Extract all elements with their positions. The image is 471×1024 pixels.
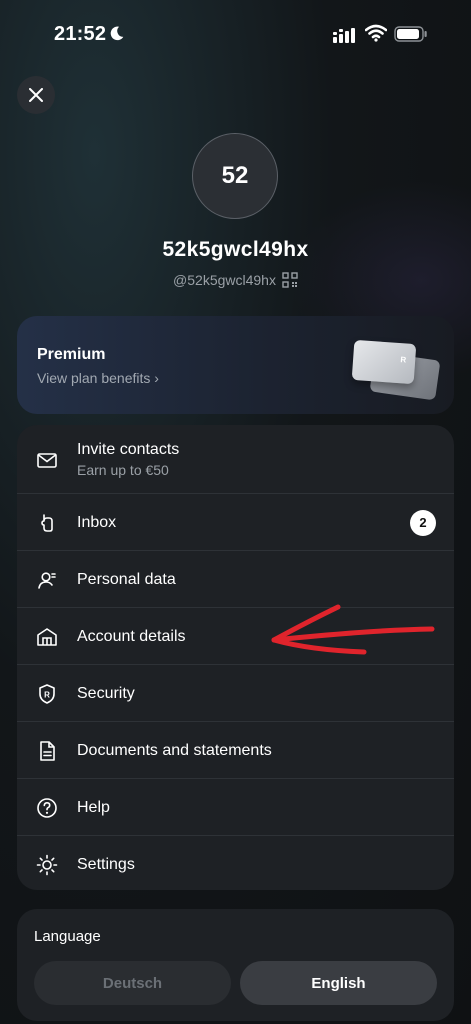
user-handle: @52k5gwcl49hx (173, 272, 276, 288)
card-logo: R (400, 355, 407, 365)
inbox-icon (35, 511, 59, 535)
mail-icon (35, 448, 59, 472)
premium-title: Premium (37, 346, 106, 363)
help-icon (35, 796, 59, 820)
menu-list: Invite contacts Earn up to €50 Inbox 2 P… (17, 425, 454, 890)
bank-icon (35, 625, 59, 649)
moon-icon (110, 26, 124, 41)
wifi-icon (365, 24, 387, 42)
menu-item-label: Inbox (77, 513, 117, 531)
language-option-english[interactable]: English (240, 961, 437, 1005)
menu-item-label: Settings (77, 855, 135, 873)
menu-item-security[interactable]: R Security (17, 665, 454, 722)
close-button[interactable] (17, 76, 55, 114)
menu-item-label: Documents and statements (77, 741, 272, 759)
menu-item-documents[interactable]: Documents and statements (17, 722, 454, 779)
menu-item-help[interactable]: Help (17, 779, 454, 836)
qr-code-icon[interactable] (282, 272, 298, 288)
menu-item-label: Invite contacts (77, 441, 180, 458)
close-icon (29, 88, 43, 102)
premium-card[interactable]: Premium View plan benefits › R (17, 316, 454, 414)
card-image-front: R (351, 339, 417, 385)
language-title: Language (34, 928, 101, 945)
menu-item-personal-data[interactable]: Personal data (17, 551, 454, 608)
menu-item-settings[interactable]: Settings (17, 836, 454, 893)
avatar-initials: 52 (221, 162, 249, 189)
avatar[interactable]: 52 (192, 133, 278, 219)
person-icon (35, 568, 59, 592)
premium-link[interactable]: View plan benefits › (37, 370, 159, 386)
menu-item-label: Security (77, 684, 135, 702)
menu-item-invite-contacts[interactable]: Invite contacts Earn up to €50 (17, 425, 454, 494)
svg-text:R: R (44, 690, 50, 699)
menu-item-sublabel: Earn up to €50 (77, 462, 169, 478)
menu-item-label: Account details (77, 627, 186, 645)
shield-icon: R (35, 682, 59, 706)
handle-row[interactable]: @52k5gwcl49hx (0, 272, 471, 288)
gear-icon (35, 853, 59, 877)
status-time: 21:52 (54, 23, 107, 45)
status-bar: 21:52 (0, 0, 471, 64)
document-icon (35, 739, 59, 763)
inbox-count-badge: 2 (410, 509, 436, 536)
menu-item-inbox[interactable]: Inbox 2 (17, 494, 454, 551)
menu-item-label: Help (77, 798, 110, 816)
language-section: Language Deutsch English (17, 909, 454, 1021)
menu-item-account-details[interactable]: Account details (17, 608, 454, 665)
menu-item-label: Personal data (77, 570, 176, 588)
signal-icon (333, 28, 355, 43)
username: 52k5gwcl49hx (162, 238, 309, 261)
battery-icon (394, 26, 427, 42)
language-option-deutsch[interactable]: Deutsch (34, 961, 231, 1005)
